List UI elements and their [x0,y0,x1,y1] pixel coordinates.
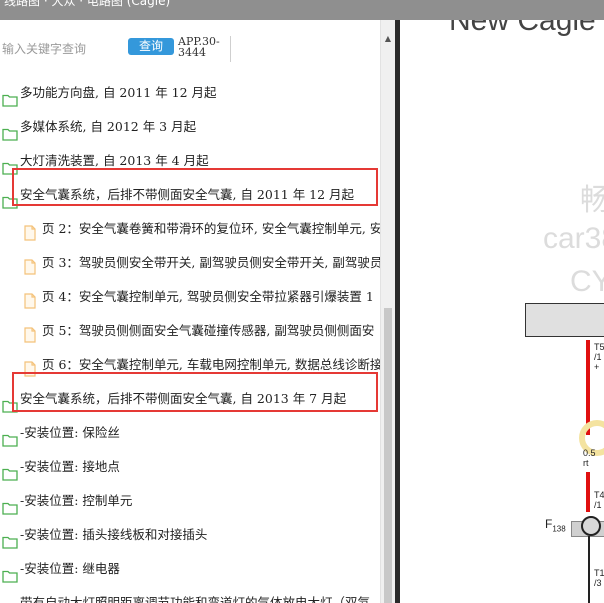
fuse-label: F138 [545,517,566,533]
tree-item-label: -安装位置: 保险丝 [20,425,120,440]
scroll-up-icon[interactable]: ▲ [381,34,395,44]
navigation-pane: 查询 APP.30- 3444 多功能方向盘, 自 2011 年 12 月起多媒… [0,20,380,603]
pane-divider[interactable] [395,20,400,603]
tree-page-item[interactable]: 页 3：驾驶员侧安全带开关, 副驾驶员侧安全带开关, 副驾驶员 [0,246,380,280]
tree-page-item[interactable]: 页 5：驾驶员侧侧面安全气囊碰撞传感器, 副驾驶员侧侧面安 [0,314,380,348]
folder-icon [2,562,18,583]
wire-label-top: T5 /1 + [594,342,604,372]
folder-icon [2,426,18,447]
document-icon [24,220,36,241]
tree-item-label: 多媒体系统, 自 2012 年 3 月起 [20,119,197,134]
terminal-label-t4: T4 /1 [594,490,604,510]
watermark-line-2: car38 [543,222,604,255]
tree-folder-item[interactable]: -安装位置: 接地点 [0,450,380,484]
document-icon [24,288,36,309]
watermark-line-1: 畅 [580,184,604,217]
tree-folder-item[interactable]: 带有自动大灯照明距离调节功能和弯道灯的气体放电大灯（双氙 [0,586,380,603]
tree-folder-item[interactable]: 多媒体系统, 自 2012 年 3 月起 [0,110,380,144]
document-icon [24,356,36,377]
tree-page-item[interactable]: 页 2：安全气囊卷簧和带滑环的复位环, 安全气囊控制单元, 安 [0,212,380,246]
tree-folder-item[interactable]: -安装位置: 插头接线板和对接插头 [0,518,380,552]
component-box [525,303,604,337]
folder-icon [2,528,18,549]
window-title: 线路图 · 大众 · 电路图 (Cagle) [4,0,171,8]
tree-scrollbar[interactable]: ▲ [380,20,395,603]
diagram-pane: New Cagle 畅 car38 CY T5 /1 + 0.5 rt T4 /… [395,20,604,603]
folder-icon [2,86,18,107]
tree-item-label: 页 2：安全气囊卷簧和带滑环的复位环, 安全气囊控制单元, 安 [42,221,380,236]
search-divider [230,36,231,62]
tree-item-label: -安装位置: 插头接线板和对接插头 [20,527,208,542]
window-titlebar: 线路图 · 大众 · 电路图 (Cagle) [0,0,604,20]
wire-size-label: 0.5 rt [583,448,596,468]
tree-page-item[interactable]: 页 4：安全气囊控制单元, 驾驶员侧安全带拉紧器引爆装置 1 [0,280,380,314]
black-wire [588,536,590,603]
tree-folder-item[interactable]: -安装位置: 控制单元 [0,484,380,518]
tree-item-label: 页 5：驾驶员侧侧面安全气囊碰撞传感器, 副驾驶员侧侧面安 [42,323,375,338]
watermark-line-3: CY [570,265,604,298]
tree-item-label: -安装位置: 继电器 [20,561,120,576]
search-input[interactable] [0,38,126,60]
folder-icon [2,120,18,141]
folder-icon [2,494,18,515]
scroll-thumb[interactable] [384,308,392,603]
terminal-label-t1: T1 /3 [594,568,604,588]
folder-icon [2,460,18,481]
fuse-icon [581,516,601,536]
tree-item-label: -安装位置: 接地点 [20,459,120,474]
folder-icon [2,596,18,603]
search-button[interactable]: 查询 [128,38,174,55]
diagram-title: New Cagle [449,20,596,37]
tree-item-label: 页 4：安全气囊控制单元, 驾驶员侧安全带拉紧器引爆装置 1 [42,289,374,304]
tree-item-label: 带有自动大灯照明距离调节功能和弯道灯的气体放电大灯（双氙 [20,595,371,603]
tree-folder-item[interactable]: -安装位置: 继电器 [0,552,380,586]
highlight-box-1 [12,168,378,206]
tree-folder-item[interactable]: -安装位置: 保险丝 [0,416,380,450]
tree-item-label: -安装位置: 控制单元 [20,493,133,508]
search-bar: 查询 APP.30- 3444 [0,32,380,68]
tree-item-label: 多功能方向盘, 自 2011 年 12 月起 [20,85,217,100]
fuse-number: 138 [552,524,566,534]
tree-item-label: 页 3：驾驶员侧安全带开关, 副驾驶员侧安全带开关, 副驾驶员 [42,255,380,270]
highlight-box-2 [12,372,378,412]
document-icon [24,322,36,343]
tree-folder-item[interactable]: 多功能方向盘, 自 2011 年 12 月起 [0,76,380,110]
red-wire-lower [586,472,590,512]
document-code: APP.30- 3444 [178,35,220,59]
document-icon [24,254,36,275]
folder-icon [2,154,18,175]
